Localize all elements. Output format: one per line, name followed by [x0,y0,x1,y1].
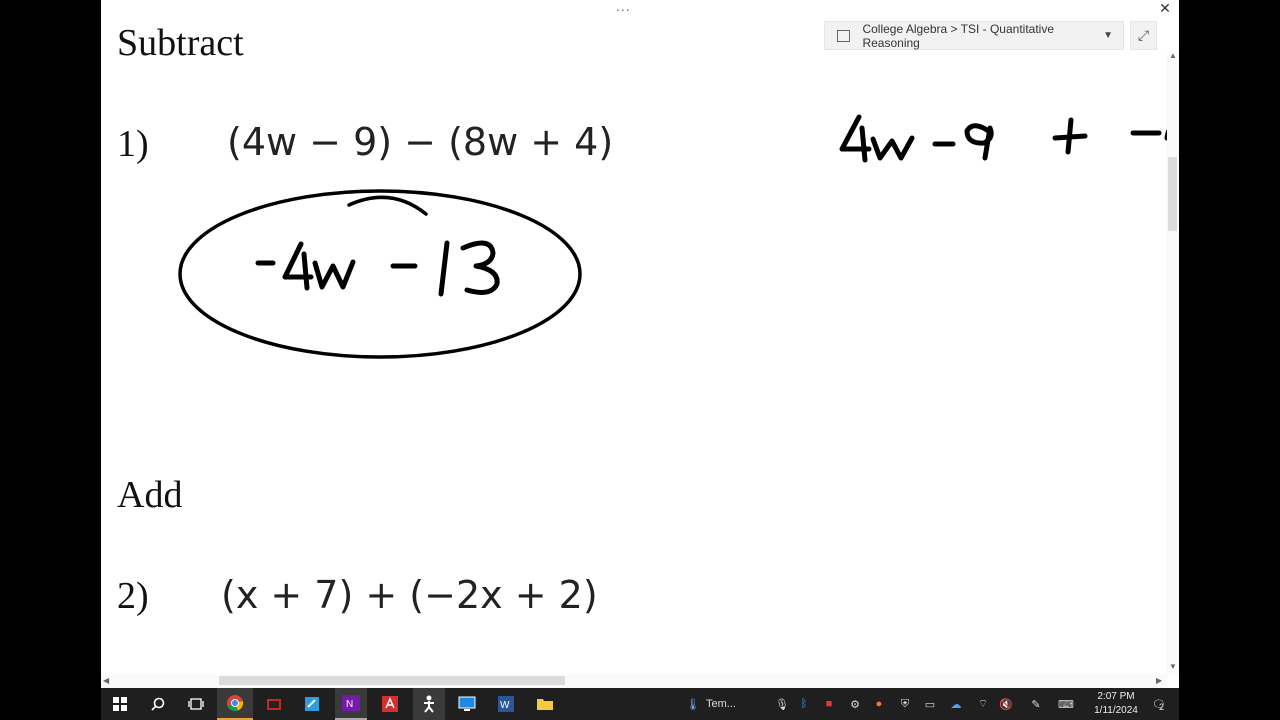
figure-app-icon [424,695,434,713]
wifi-icon[interactable]: ⌔ [975,688,991,720]
onedrive-cloud-icon[interactable]: ☁ [947,688,965,720]
taskbar-remote-desktop[interactable] [451,688,483,720]
word-icon: W [498,696,514,712]
answer-circle-tail [347,195,428,216]
taskbar-onenote[interactable]: N [335,688,367,720]
folder-icon [537,699,553,710]
clock-time: 2:07 PM [1097,691,1135,702]
media-app-icon [267,699,281,710]
taskbar-chrome[interactable] [217,688,253,720]
keyboard-icon[interactable]: ⌨ [1055,688,1077,720]
weather-label: Tem... [706,698,736,710]
scroll-up-arrow-icon[interactable]: ▲ [1169,51,1177,60]
chrome-icon [227,695,244,712]
speaker-muted-icon[interactable]: 🔇 [997,688,1015,720]
taskbar-figure-app[interactable] [413,688,445,720]
bluetooth-icon[interactable]: ᛒ [797,688,811,720]
task-view-button[interactable] [181,688,211,720]
microphone-icon[interactable]: 🎙 [775,688,789,720]
windows-taskbar: N W 🌡 Tem... 🎙 ᛒ ■ ⚙ ● ⛨ ▭ ☁ ⌔ 🔇 ✎ ⌨ 2:0… [101,688,1179,720]
system-clock[interactable]: 2:07 PM 1/11/2024 [1086,690,1146,718]
security-shield-icon[interactable]: ⛨ [897,688,913,720]
tray-app-icon[interactable]: ■ [821,688,837,720]
clock-date: 1/11/2024 [1094,705,1138,716]
tray-app2-icon[interactable]: ● [871,688,887,720]
battery-icon[interactable]: ▭ [921,688,939,720]
start-button[interactable] [105,688,135,720]
handwritten-answer [255,240,500,297]
horizontal-scrollbar[interactable]: ◀ ▶ [101,674,1167,688]
notification-count: 2 [1158,702,1164,712]
scroll-down-arrow-icon[interactable]: ▼ [1169,662,1177,671]
taskbar-file-explorer[interactable] [529,688,561,720]
svg-text:N: N [346,699,353,710]
onenote-icon: N [342,695,360,711]
handwritten-ink-layer [178,114,1167,359]
scroll-left-arrow-icon[interactable]: ◀ [103,676,109,685]
task-view-icon [188,698,204,710]
remote-desktop-icon [458,696,476,711]
search-button[interactable] [143,688,173,720]
search-icon [151,697,165,711]
acrobat-icon [382,696,398,712]
vertical-scroll-thumb[interactable] [1168,157,1177,231]
weather-widget[interactable]: 🌡 Tem... [683,688,739,720]
thermometer-icon: 🌡 [686,698,700,711]
windows-icon [113,697,127,711]
taskbar-word[interactable]: W [491,688,521,720]
answer-circle [178,189,582,359]
pen-icon[interactable]: ✎ [1027,688,1045,720]
handwritten-work [839,114,1167,163]
notification-button[interactable]: 🗨 2 [1147,688,1169,720]
taskbar-notepad[interactable] [297,688,327,720]
taskbar-media-app[interactable] [259,688,289,720]
notepad-icon [305,697,319,711]
tray-gear-icon[interactable]: ⚙ [847,688,863,720]
scroll-right-arrow-icon[interactable]: ▶ [1156,676,1162,685]
taskbar-acrobat[interactable] [375,688,405,720]
onenote-window: ... ✕ College Algebra > TSI - Quantitati… [101,0,1179,688]
horizontal-scroll-thumb[interactable] [219,676,565,685]
svg-text:W: W [500,700,510,711]
vertical-scrollbar[interactable]: ▲ ▼ [1167,51,1179,674]
